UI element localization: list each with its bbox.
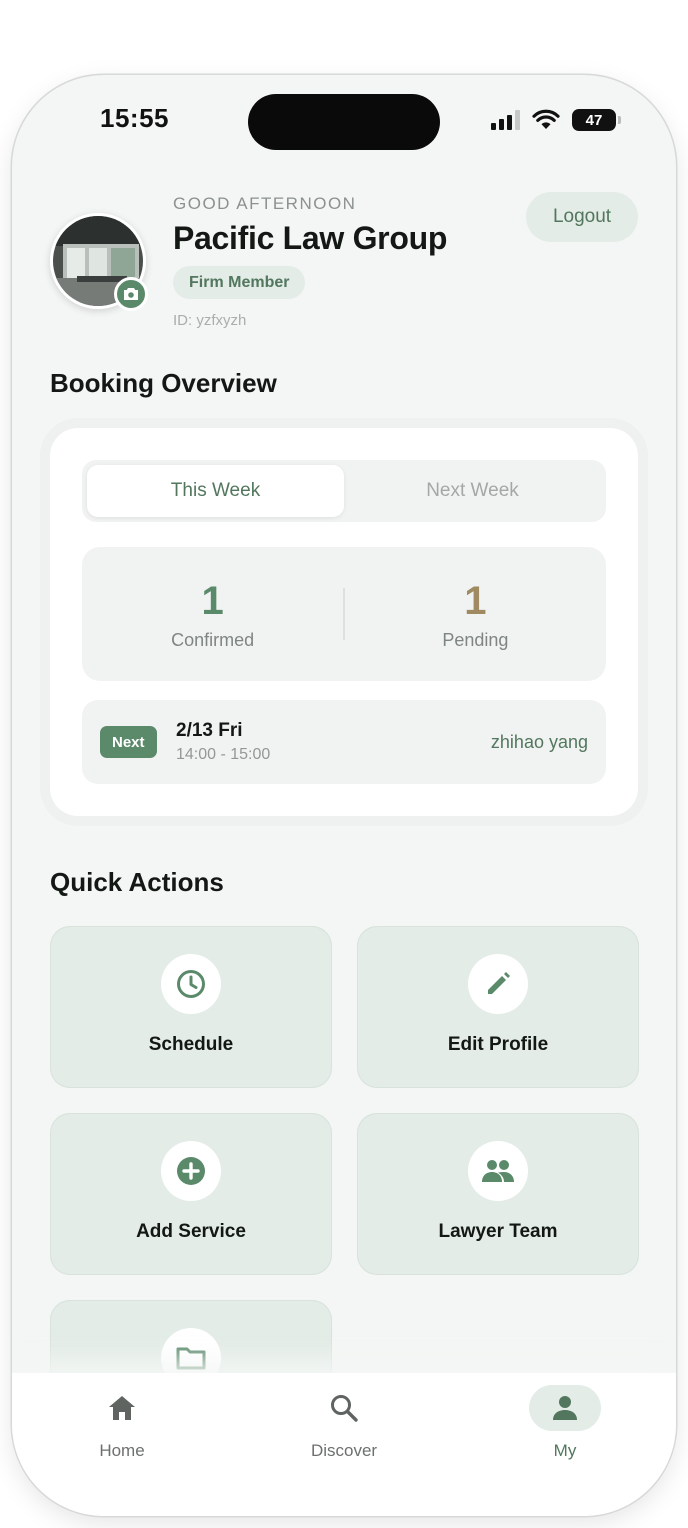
lawyer-team-action[interactable]: Lawyer Team — [357, 1113, 639, 1275]
wifi-icon — [532, 109, 560, 129]
pencil-icon — [488, 972, 510, 994]
greeting-text: GOOD AFTERNOON — [173, 194, 357, 213]
confirmed-count: 1 — [201, 578, 224, 623]
home-icon — [109, 1396, 135, 1420]
nav-discover-label: Discover — [310, 1441, 378, 1460]
logout-button[interactable]: Logout — [526, 192, 638, 242]
bottom-nav: Home Discover My — [12, 1373, 676, 1516]
pending-count: 1 — [464, 578, 487, 623]
add-service-action[interactable]: Add Service — [50, 1113, 332, 1275]
booking-stats: 1 Confirmed 1 Pending — [82, 547, 606, 681]
booking-overview-card: This Week Next Week 1 Confirmed 1 Pendin… — [50, 428, 638, 816]
confirmed-label: Confirmed — [171, 629, 255, 650]
booking-overview-title: Booking Overview — [50, 368, 277, 398]
lawyer-team-icon-circle — [468, 1141, 528, 1201]
change-photo-button[interactable] — [114, 277, 148, 311]
search-icon — [331, 1395, 358, 1422]
edit-profile-icon-circle — [468, 954, 528, 1014]
next-booking-row[interactable]: Next 2/13 Fri 14:00 - 15:00 zhihao yang — [82, 700, 606, 784]
user-id: ID: yzfxyzh — [173, 312, 247, 329]
nav-home-icon-wrap — [86, 1385, 158, 1431]
edit-profile-label: Edit Profile — [447, 1034, 549, 1055]
camera-icon — [124, 288, 138, 300]
next-booking-date: 2/13 Fri — [176, 720, 243, 741]
schedule-icon-circle — [161, 954, 221, 1014]
membership-badge: Firm Member — [173, 266, 306, 299]
clock-icon — [177, 970, 205, 998]
nav-my-icon-wrap — [529, 1385, 601, 1431]
pending-label: Pending — [442, 629, 509, 650]
tab-next-week[interactable]: Next Week — [344, 465, 601, 517]
nav-home-label: Home — [99, 1441, 145, 1460]
nav-my[interactable]: My — [510, 1385, 620, 1461]
status-icons: 47 — [491, 109, 621, 131]
quick-actions-title: Quick Actions — [50, 867, 224, 897]
nav-discover-icon-wrap — [308, 1385, 380, 1431]
next-booking-lawyer: zhihao yang — [490, 732, 588, 752]
dynamic-island — [248, 94, 440, 150]
next-badge: Next — [100, 726, 157, 758]
nav-home[interactable]: Home — [67, 1385, 177, 1461]
lawyer-team-label: Lawyer Team — [438, 1221, 558, 1242]
tab-this-week[interactable]: This Week — [87, 465, 344, 517]
battery-icon: 47 — [572, 109, 621, 131]
cellular-signal-icon — [491, 110, 520, 130]
pending-stat[interactable]: 1 Pending — [345, 578, 606, 651]
folder-icon — [176, 1347, 206, 1370]
phone-screen: 15:55 47 GOOD AFTERNOON Pacific Law Grou… — [12, 75, 676, 1516]
schedule-action[interactable]: Schedule — [50, 926, 332, 1088]
confirmed-stat[interactable]: 1 Confirmed — [82, 578, 343, 651]
add-service-icon-circle — [161, 1141, 221, 1201]
plus-circle-icon — [177, 1157, 205, 1185]
next-booking-time: 14:00 - 15:00 — [176, 746, 271, 763]
schedule-label: Schedule — [148, 1034, 234, 1055]
firm-name: Pacific Law Group — [173, 220, 448, 256]
nav-discover[interactable]: Discover — [289, 1385, 399, 1461]
add-service-label: Add Service — [136, 1221, 246, 1242]
nav-my-label: My — [553, 1441, 577, 1460]
week-tabs: This Week Next Week — [82, 460, 606, 522]
status-time: 15:55 — [100, 103, 169, 133]
edit-profile-action[interactable]: Edit Profile — [357, 926, 639, 1088]
group-icon — [482, 1160, 514, 1182]
person-icon — [553, 1396, 577, 1420]
